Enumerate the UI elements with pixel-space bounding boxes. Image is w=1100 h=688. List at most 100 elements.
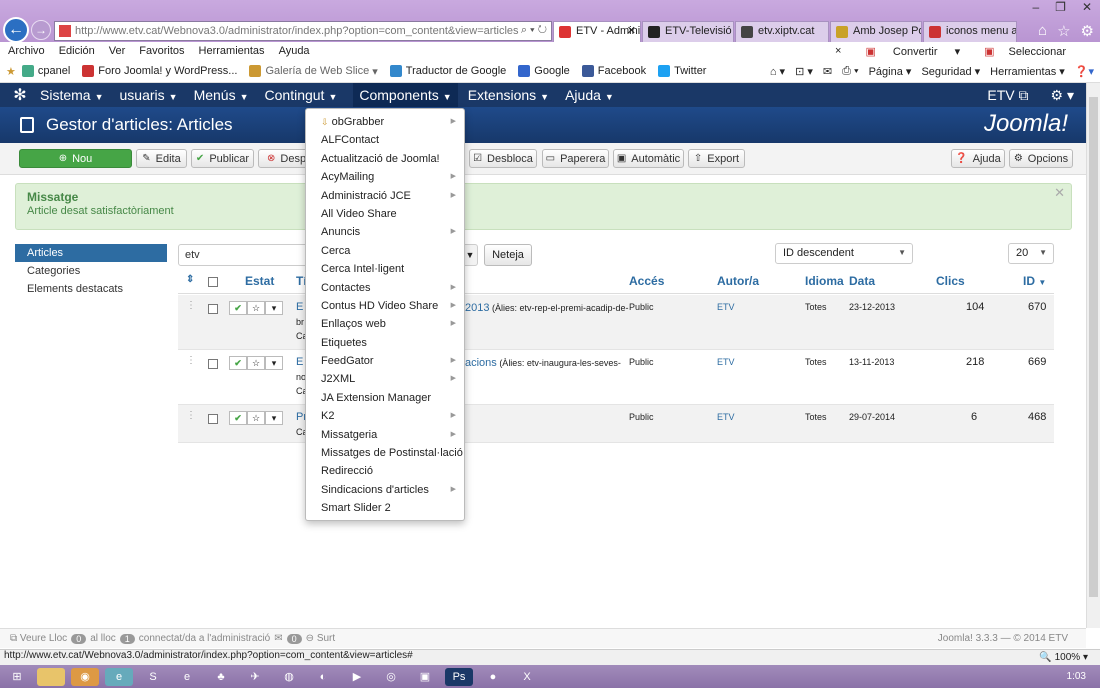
col-author[interactable]: Autor/a <box>717 274 759 288</box>
featured-star-icon[interactable]: ☆ <box>247 411 265 425</box>
order-select[interactable]: ID descendent ▼ <box>775 243 913 264</box>
convert-button[interactable]: ▣ Convertir ▾ <box>865 45 960 58</box>
chrome-icon[interactable]: ◉ <box>71 667 99 686</box>
menu-ver[interactable]: Ver <box>109 45 126 57</box>
menu-archivo[interactable]: Archivo <box>8 45 45 57</box>
skype-icon[interactable]: S <box>139 668 167 686</box>
menu-item-cerca[interactable]: Cerca <box>306 242 464 260</box>
fav-google[interactable]: Google <box>518 65 570 77</box>
menu-item-acymailing[interactable]: AcyMailing ▶ <box>306 168 464 186</box>
browser-tab-admin[interactable]: ETV - Admini... ✕ <box>553 21 641 42</box>
clear-button[interactable]: Neteja <box>484 244 532 266</box>
forward-button[interactable]: → <box>31 20 51 40</box>
options-button[interactable]: ⚙ Opcions <box>1009 149 1073 168</box>
messages-count-badge[interactable]: 0 <box>286 633 302 644</box>
minimize-icon[interactable]: – <box>1032 0 1039 14</box>
sidebar-item-featured[interactable]: Elements destacats <box>15 280 167 298</box>
nav-contingut[interactable]: Contingut ▼ <box>265 87 338 103</box>
col-status[interactable]: Estat <box>245 274 274 288</box>
home-icon[interactable]: ⌂ ▾ <box>770 65 785 78</box>
published-check-icon[interactable]: ✔ <box>229 301 247 315</box>
menu-item-smart-search[interactable]: Cerca Intel·ligent <box>306 260 464 278</box>
favorites-star-icon[interactable]: ★ <box>6 65 16 78</box>
drag-handle-icon[interactable]: ⋮ <box>186 410 196 421</box>
nav-ajuda[interactable]: Ajuda ▼ <box>565 87 614 103</box>
nav-components[interactable]: Components ▼ <box>353 83 458 107</box>
article-title-tail[interactable]: acions (Àlies: etv-inaugura-les-seves- <box>465 357 621 369</box>
row-dropdown-caret-icon[interactable]: ▾ <box>265 411 283 425</box>
nav-usuaris[interactable]: usuaris ▼ <box>120 87 178 103</box>
export-button[interactable]: ⇧ Export <box>688 149 745 168</box>
start-windows-icon[interactable]: ⊞ <box>3 668 31 686</box>
close-icon[interactable]: ✕ <box>1054 185 1065 201</box>
article-author[interactable]: ETV <box>717 357 735 367</box>
view-site-link[interactable]: ETV ⧉ <box>987 87 1028 104</box>
logout-link[interactable]: ⊖ Surt <box>306 633 336 644</box>
nav-sistema[interactable]: Sistema ▼ <box>40 87 104 103</box>
user-settings-gear-icon[interactable]: ⚙ ▾ <box>1051 87 1074 104</box>
published-check-icon[interactable]: ✔ <box>229 356 247 370</box>
menu-favoritos[interactable]: Favoritos <box>139 45 184 57</box>
security-menu[interactable]: Seguridad ▾ <box>921 65 980 78</box>
fav-facebook[interactable]: Facebook <box>581 65 646 77</box>
menu-item-smart-slider[interactable]: Smart Slider 2 <box>306 499 464 517</box>
view-site-link[interactable]: ⧉ Veure Lloc <box>10 633 67 644</box>
unlock-button[interactable]: ☑ Desbloca <box>469 149 537 168</box>
limit-select[interactable]: 20 ▼ <box>1008 243 1054 264</box>
browser-tab-televisio[interactable]: ETV-Televisió <box>642 21 734 42</box>
firefox-icon[interactable]: ◐ <box>309 668 337 686</box>
menu-item-anuncis[interactable]: Anuncis ▶ <box>306 223 464 241</box>
tools-menu[interactable]: Herramientas ▾ <box>990 65 1065 78</box>
media-icon[interactable]: ▣ <box>411 668 439 686</box>
settings-gear-icon[interactable]: ⚙ <box>1081 22 1094 40</box>
menu-item-all-video-share[interactable]: All Video Share <box>306 205 464 223</box>
page-scrollbar[interactable] <box>1086 83 1100 628</box>
menu-item-ja-extension-manager[interactable]: JA Extension Manager <box>306 389 464 407</box>
nav-menus[interactable]: Menús ▼ <box>194 87 249 103</box>
media-player-icon[interactable]: ▶ <box>343 668 371 686</box>
page-menu[interactable]: Página ▾ <box>869 65 912 78</box>
mail-icon[interactable]: ✉ <box>823 65 832 78</box>
trash-button[interactable]: ▭ Paperera <box>542 149 609 168</box>
menu-item-redirect[interactable]: Redirecció <box>306 462 464 480</box>
search-input[interactable]: etv <box>178 244 308 266</box>
taskbar-clock[interactable]: 1:03 <box>1067 671 1086 682</box>
maximize-icon[interactable]: ❐ <box>1055 0 1066 14</box>
article-title-link[interactable]: E <box>296 356 303 368</box>
new-button[interactable]: ⊕ Nou <box>19 149 132 168</box>
menu-item-obgrabber[interactable]: ⇩ obGrabber ▶ <box>306 113 464 131</box>
menu-item-jce[interactable]: Administració JCE ▶ <box>306 187 464 205</box>
file-explorer-icon[interactable] <box>37 667 65 686</box>
row-dropdown-caret-icon[interactable]: ▾ <box>265 356 283 370</box>
rss-icon[interactable]: ⊡ ▾ <box>795 65 813 78</box>
row-checkbox[interactable] <box>208 359 218 369</box>
menu-item-feedgator[interactable]: FeedGator ▶ <box>306 352 464 370</box>
app-green-icon[interactable]: ♣ <box>207 668 235 686</box>
app-dot-icon[interactable]: ● <box>479 668 507 686</box>
app-globe-icon[interactable]: ◍ <box>275 668 303 686</box>
sidebar-item-articles[interactable]: Articles <box>15 244 167 262</box>
nav-extensions[interactable]: Extensions ▼ <box>468 87 549 103</box>
select-all-checkbox[interactable] <box>208 277 218 287</box>
fav-google-translate[interactable]: Traductor de Google <box>389 65 506 77</box>
back-button[interactable]: ← <box>3 17 29 43</box>
joomla-logo-icon[interactable]: ✻ <box>0 85 40 105</box>
select-button[interactable]: ▣ Seleccionar <box>984 45 1080 58</box>
fav-cpanel[interactable]: cpanel <box>21 65 70 77</box>
menu-item-missatgeria[interactable]: Missatgeria ▶ <box>306 426 464 444</box>
ie-browser-icon[interactable]: e <box>173 668 201 686</box>
sort-order-icon[interactable]: ⇕ <box>186 274 194 285</box>
ie-icon[interactable]: e <box>105 667 133 686</box>
print-icon[interactable]: ⎙ ▾ <box>842 65 858 78</box>
zoom-control[interactable]: 🔍 100% ▾ <box>1039 652 1088 663</box>
featured-star-icon[interactable]: ☆ <box>247 301 265 315</box>
tab-close-icon[interactable]: ✕ <box>627 24 636 37</box>
app-circle-icon[interactable]: ◎ <box>377 668 405 686</box>
menu-item-contus-hd[interactable]: Contus HD Video Share ▶ <box>306 297 464 315</box>
fav-web-slice[interactable]: Galería de Web Slice ▾ <box>249 65 378 78</box>
row-dropdown-caret-icon[interactable]: ▾ <box>265 301 283 315</box>
browser-tab-xiptv[interactable]: etv.xiptv.cat <box>735 21 829 42</box>
favorites-star-icon[interactable]: ☆ <box>1057 22 1070 40</box>
menu-item-contactes[interactable]: Contactes ▶ <box>306 279 464 297</box>
fav-foro-joomla[interactable]: Foro Joomla! y WordPress... <box>82 65 237 77</box>
